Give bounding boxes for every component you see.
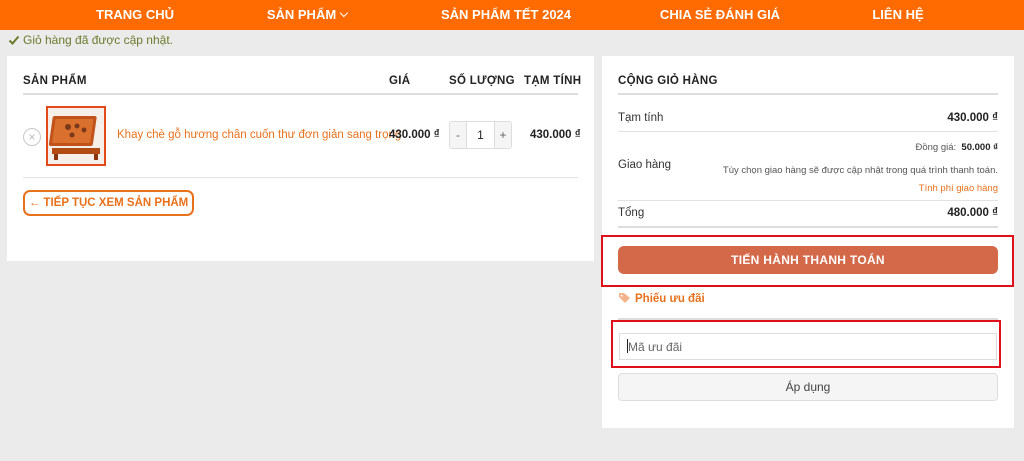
cart-totals-title: CỘNG GIỎ HÀNG [618, 75, 718, 87]
calculate-shipping-link[interactable]: Tính phí giao hàng [919, 183, 998, 194]
shipping-note: Tùy chọn giao hàng sẽ được cập nhật tron… [722, 165, 998, 176]
quantity-decrease-button[interactable]: - [450, 122, 467, 148]
product-name-link[interactable]: Khay chè gỗ hương chân cuốn thư đơn giản… [117, 129, 401, 141]
nav-label: CHIA SẺ ĐÁNH GIÁ [659, 7, 781, 22]
column-header-price: GIÁ [389, 75, 411, 87]
column-header-product: SẢN PHẨM [23, 75, 87, 87]
quantity-stepper: - + [449, 121, 512, 149]
divider [618, 131, 998, 132]
nav-label: LIÊN HỆ [872, 7, 924, 22]
check-icon [8, 35, 20, 45]
checkout-button[interactable]: TIẾN HÀNH THANH TOÁN [618, 246, 998, 274]
divider [618, 226, 998, 228]
shipping-flat-rate: Đồng giá: 50.000 ₫ [915, 142, 998, 153]
total-label: Tổng [618, 207, 645, 219]
coupon-title-text: Phiếu ưu đãi [635, 293, 705, 305]
flat-rate-label: Đồng giá: [915, 142, 957, 153]
nav-label: TRANG CHỦ [96, 7, 174, 22]
continue-shopping-button[interactable]: ← TIẾP TỤC XEM SẢN PHẨM [23, 190, 194, 216]
totals-header-divider [618, 93, 998, 95]
nav-item-contact[interactable]: LIÊN HỆ [872, 0, 923, 30]
product-subtotal: 430.000 ₫ [530, 129, 581, 141]
close-icon: × [28, 130, 36, 144]
cart-table-panel: SẢN PHẨM GIÁ SỐ LƯỢNG TẠM TÍNH × Khay ch… [7, 56, 594, 261]
product-image [48, 108, 104, 164]
apply-coupon-button[interactable]: Áp dụng [618, 373, 998, 401]
cart-totals-panel: CỘNG GIỎ HÀNG Tạm tính 430.000 ₫ Đồng gi… [602, 56, 1014, 428]
nav-item-products[interactable]: SẢN PHẨM [266, 0, 349, 30]
text-cursor [627, 339, 628, 353]
nav-item-tet-2024[interactable]: SẢN PHẨM TẾT 2024 [441, 0, 571, 30]
row-divider [23, 177, 578, 178]
header-divider [23, 93, 578, 95]
chevron-down-icon [339, 8, 349, 18]
coupon-heading: Phiếu ưu đãi [618, 292, 705, 305]
cart-updated-notice: Giỏ hàng đã được cập nhật. [8, 32, 173, 48]
nav-label: SẢN PHẨM [266, 7, 337, 22]
column-header-subtotal: TẠM TÍNH [524, 75, 582, 87]
total-value: 480.000 ₫ [947, 207, 998, 219]
top-navigation: TRANG CHỦ SẢN PHẨM SẢN PHẨM TẾT 2024 CHI… [0, 0, 1024, 30]
product-thumbnail[interactable] [46, 106, 106, 166]
column-header-quantity: SỐ LƯỢNG [449, 75, 515, 87]
flat-rate-value: 50.000 ₫ [961, 142, 998, 153]
shipping-label: Giao hàng [618, 159, 672, 171]
nav-label: SẢN PHẨM TẾT 2024 [440, 7, 572, 22]
quantity-increase-button[interactable]: + [494, 122, 511, 148]
coupon-code-input[interactable] [619, 333, 997, 360]
remove-item-button[interactable]: × [23, 128, 41, 146]
quantity-input[interactable] [467, 122, 494, 148]
divider [618, 200, 998, 201]
product-price: 430.000 ₫ [389, 129, 440, 141]
notice-text: Giỏ hàng đã được cập nhật. [23, 33, 173, 47]
tag-icon [619, 293, 630, 303]
nav-item-reviews[interactable]: CHIA SẺ ĐÁNH GIÁ [660, 0, 780, 30]
nav-item-home[interactable]: TRANG CHỦ [96, 0, 174, 30]
divider [618, 318, 998, 320]
subtotal-label: Tạm tính [618, 112, 664, 124]
subtotal-value: 430.000 ₫ [947, 112, 998, 124]
